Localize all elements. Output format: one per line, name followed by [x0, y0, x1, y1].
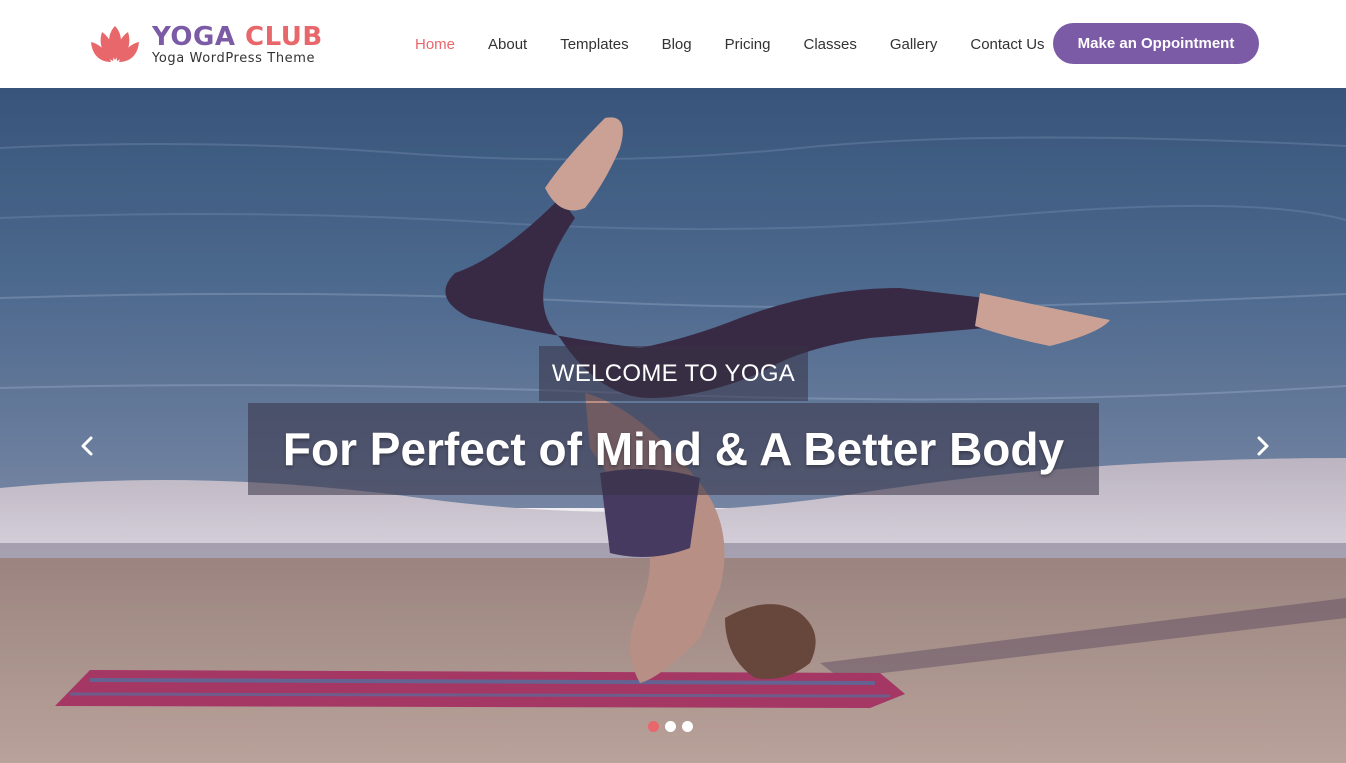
hero-kicker: WELCOME TO YOGA — [539, 346, 808, 401]
slide-dot-2[interactable] — [665, 721, 676, 732]
nav-item-home[interactable]: Home — [415, 36, 455, 53]
site-header: YOGA CLUB Yoga WordPress Theme Home Abou… — [0, 0, 1346, 88]
brand-title-part2: CLUB — [245, 22, 323, 52]
nav-item-contact-us[interactable]: Contact Us — [970, 36, 1044, 53]
brand-tagline: Yoga WordPress Theme — [152, 51, 316, 66]
slide-dot-1[interactable] — [648, 721, 659, 732]
main-nav: Home About Templates Blog Pricing Classe… — [400, 0, 1078, 88]
nav-item-classes[interactable]: Classes — [803, 36, 856, 53]
hero-slider: WELCOME TO YOGA For Perfect of Mind & A … — [0, 88, 1346, 763]
nav-item-about[interactable]: About — [488, 36, 527, 53]
logo[interactable]: YOGA CLUB Yoga WordPress Theme — [88, 14, 323, 74]
brand-title-part1: YOGA — [152, 22, 236, 52]
brand-title: YOGA CLUB — [152, 22, 323, 52]
nav-item-blog[interactable]: Blog — [662, 36, 692, 53]
chevron-right-icon[interactable] — [1250, 434, 1274, 458]
chevron-left-icon[interactable] — [76, 434, 100, 458]
nav-item-templates[interactable]: Templates — [560, 36, 628, 53]
hero-headline: For Perfect of Mind & A Better Body — [248, 403, 1099, 495]
slide-dot-3[interactable] — [682, 721, 693, 732]
slider-pagination — [648, 721, 699, 732]
nav-item-gallery[interactable]: Gallery — [890, 36, 938, 53]
nav-item-pricing[interactable]: Pricing — [725, 36, 771, 53]
make-appointment-button[interactable]: Make an Oppointment — [1053, 23, 1259, 64]
lotus-icon — [91, 26, 139, 62]
